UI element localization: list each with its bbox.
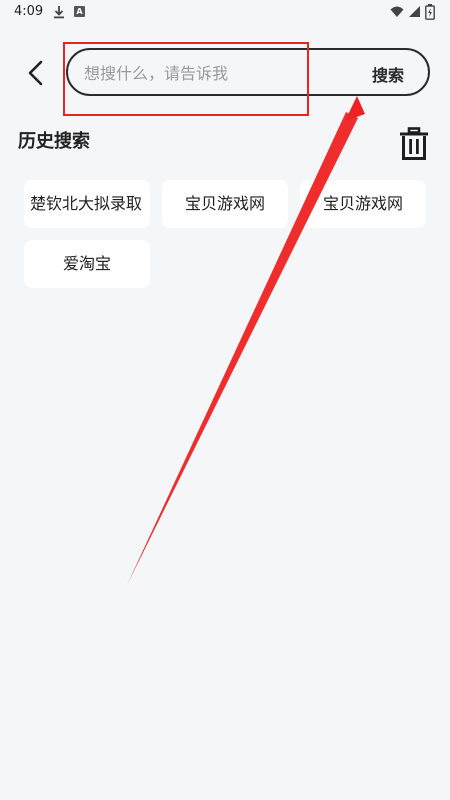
download-icon (54, 6, 64, 19)
history-title: 历史搜索 (18, 131, 90, 152)
history-item[interactable]: 宝贝游戏网 (162, 180, 288, 228)
history-item-label: 楚钦北大拟录取 (30, 194, 143, 213)
annotation-arrow-head (345, 96, 365, 121)
status-time: 4:09 (14, 4, 44, 19)
search-box[interactable]: 搜索 (66, 48, 430, 96)
history-item-label: 宝贝游戏网 (322, 194, 403, 213)
history-item[interactable]: 楚钦北大拟录取 (24, 180, 150, 228)
back-button[interactable] (22, 58, 52, 88)
signal-icon (409, 6, 420, 17)
wifi-icon (390, 6, 404, 17)
chevron-left-icon (28, 60, 43, 86)
history-item[interactable]: 爱淘宝 (24, 240, 150, 288)
search-input[interactable] (82, 59, 346, 87)
a-notification-icon: A (74, 6, 85, 17)
clear-history-button[interactable] (398, 127, 430, 161)
battery-icon (425, 4, 435, 20)
search-button[interactable]: 搜索 (372, 62, 404, 86)
history-item[interactable]: 宝贝游戏网 (300, 180, 426, 228)
status-bar: 4:09 A (0, 0, 450, 26)
trash-icon (400, 127, 428, 160)
history-item-label: 爱淘宝 (62, 254, 111, 273)
history-item-label: 宝贝游戏网 (184, 194, 265, 213)
annotation-arrow (127, 96, 365, 585)
